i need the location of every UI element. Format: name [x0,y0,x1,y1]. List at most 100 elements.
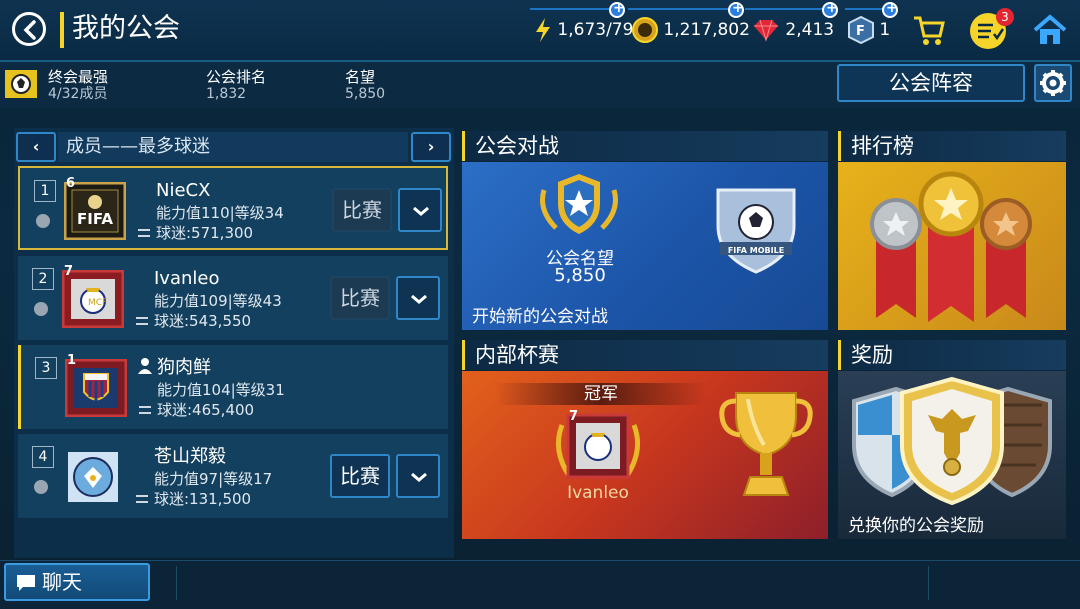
guild-emblem [4,68,38,100]
cart-icon [914,16,945,45]
internal-cup-tile[interactable]: 冠军 7 Ivanleo [462,371,828,539]
member-name: 苍山郑毅 [154,446,226,467]
fifa-mobile-badge-icon [716,188,796,274]
card-number: 6 [66,176,76,191]
card-number: 7 [64,264,74,279]
guild-emblem-icon [5,70,37,98]
member-stats: 能力值109|等级43 [154,292,282,310]
guild-members-count: 4/32成员 [48,86,108,102]
title-accent [60,12,64,48]
player-card: FIFA 6 [63,176,127,241]
coin-icon [632,17,658,43]
redeem-rewards-label: 兑换你的公会奖励 [848,516,984,536]
resource-divider [745,8,825,10]
back-button[interactable] [12,12,46,46]
prestige-shield-icon [540,174,618,234]
coins-value: 1,217,802 [663,20,750,40]
guild-name: 终会最强 [48,68,109,86]
person-icon [138,358,152,374]
add-fifa-points-button[interactable] [882,0,898,18]
member-rank: 4 [32,446,54,468]
energy-display: 1,673/79 [534,16,633,44]
equals-icon [138,229,150,237]
divider [928,566,929,600]
prestige-value: 5,850 [345,86,386,102]
reward-shields-icon [852,376,1052,505]
player-card [62,448,124,506]
energy-value: 1,673/79 [557,20,634,40]
equals-icon [136,317,148,325]
add-coins-button[interactable] [728,0,744,18]
fifa-points-display: F 1 [848,15,891,45]
objectives-button[interactable]: 3 [969,8,1014,50]
member-name: 狗肉鲜 [157,357,211,378]
fifa-mobile-text: FIFA MOBILE [727,246,785,255]
prestige-value: 5,850 [554,265,606,286]
home-button[interactable] [1032,14,1068,46]
guild-war-title: 公会对战 [462,131,828,161]
divider [176,566,177,600]
member-row[interactable]: 4 苍山郑毅 能力值97|等级17 球迷:131,500 比赛 [18,434,448,518]
champion-label: 冠军 [496,383,706,405]
champion-card-icon [555,413,641,479]
member-fans: 球迷:571,300 [156,224,254,242]
member-row-self[interactable]: 3 1 狗肉鲜 能力值104|等级31 球迷:465,400 [18,345,448,429]
member-row[interactable]: 1 FIFA 6 NieCX 能力值110|等级34 球迷:571,300 比赛 [18,166,448,250]
trophy-icon [719,392,813,496]
member-row[interactable]: 2 MCF 7 Ivanleo 能力值109|等级43 球迷:543,550 比… [18,256,448,340]
guild-war-tile[interactable]: 公会名望 5,850 FIFA MOBILE 开始新的公会对战 [462,162,828,330]
status-dot [34,480,48,494]
chat-label: 聊天 [42,570,82,594]
match-button[interactable]: 比赛 [330,454,390,498]
bottom-bar [0,560,1080,609]
gem-icon [754,19,778,42]
svg-text:MCF: MCF [88,298,107,308]
match-button[interactable]: 比赛 [332,188,392,232]
member-stats: 能力值104|等级31 [157,381,285,399]
shop-button[interactable] [912,14,946,46]
prestige-label: 名望 [345,68,376,86]
chat-button[interactable]: 聊天 [4,563,150,601]
add-energy-button[interactable] [609,0,625,18]
notification-badge: 3 [996,8,1014,26]
guild-rank-value: 1,832 [206,86,247,102]
rewards-title: 奖励 [838,340,1066,370]
member-options-button[interactable] [398,188,442,232]
member-name: NieCX [156,180,211,201]
fifa-points-value: 1 [879,20,891,40]
leader-icon [137,357,153,375]
lightning-icon [536,18,550,42]
match-button[interactable]: 比赛 [330,276,390,320]
member-options-button[interactable] [396,454,440,498]
home-icon [1033,14,1067,44]
status-dot [36,214,50,228]
member-rank: 2 [32,268,54,290]
player-card: 1 [64,353,128,418]
rewards-tile[interactable]: 兑换你的公会奖励 [838,371,1066,539]
member-stats: 能力值110|等级34 [156,204,284,222]
equals-icon [136,495,148,503]
settings-button[interactable] [1034,64,1072,102]
member-rank: 3 [35,357,57,379]
gems-value: 2,413 [785,20,835,40]
champion-name: Ivanleo [567,483,629,503]
chevron-left-icon [23,20,36,40]
add-gems-button[interactable] [822,0,838,18]
members-sort-title: 成员——最多球迷 [58,132,408,162]
player-card: MCF 7 [61,264,125,329]
card-number: 1 [67,353,77,368]
member-options-button[interactable] [396,276,440,320]
equals-icon [139,406,151,414]
prev-sort-button[interactable]: ‹ [16,132,56,162]
leaderboard-title: 排行榜 [838,131,1066,161]
next-sort-button[interactable]: › [411,132,451,162]
member-fans: 球迷:543,550 [154,312,252,330]
leaderboard-tile[interactable] [838,162,1066,330]
chevron-down-icon [411,294,427,304]
chevron-down-icon [411,472,427,482]
chat-bubble-icon [17,575,35,591]
guild-lineup-button[interactable]: 公会阵容 [837,64,1025,102]
medals-icon [870,171,1032,322]
resource-divider [530,8,610,10]
start-guild-war-label: 开始新的公会对战 [472,307,608,327]
